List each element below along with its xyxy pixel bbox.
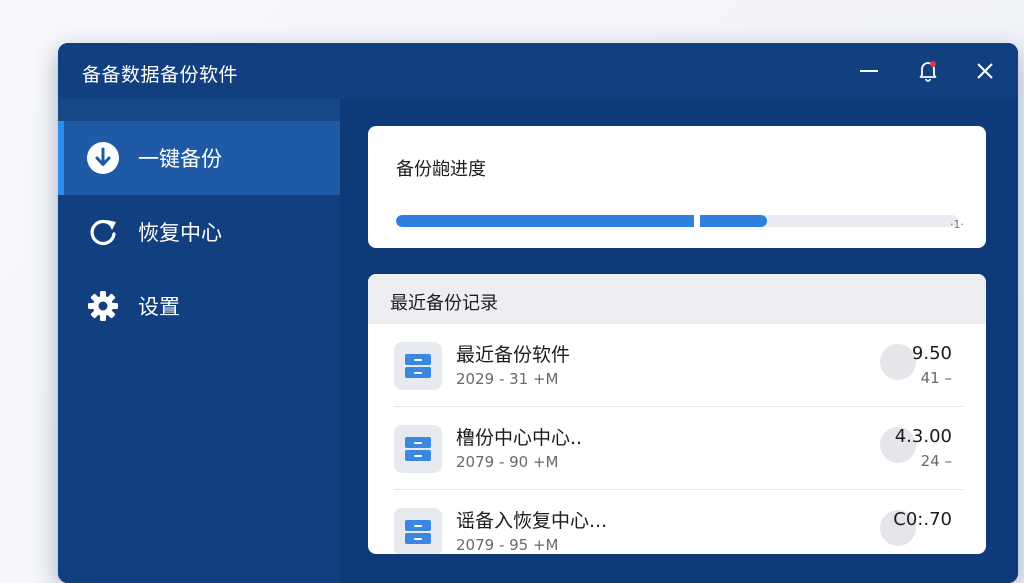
title-bar: 备备数据备份软件 (58, 43, 1018, 99)
recent-header: 最近备份记录 (368, 274, 986, 324)
list-item[interactable]: 橹份中心中心.. 2079 ‑ 90 +M 4.3.00 24 – (368, 407, 986, 490)
sidebar-item-label: 设置 (138, 295, 180, 319)
close-icon (977, 63, 993, 79)
record-status-circle (880, 344, 916, 380)
progress-bar (396, 215, 958, 227)
sidebar-item-backup[interactable]: 一键备份 (58, 121, 340, 195)
record-meta: 2079 ‑ 90 +M (456, 453, 559, 471)
minimize-icon (860, 70, 878, 72)
notification-button[interactable] (914, 57, 942, 85)
list-item[interactable]: 谣备入恢复中心... 2079 ‑ 95 +M C0:.70 (368, 490, 986, 554)
close-button[interactable] (971, 57, 999, 85)
minimize-button[interactable] (855, 57, 883, 85)
record-name: 橹份中心中心.. (456, 427, 583, 449)
notification-bell-icon (919, 61, 937, 82)
progress-label: 备份龅进度 (396, 159, 486, 180)
progress-value-text: ·1· (950, 218, 964, 231)
refresh-icon (86, 215, 120, 249)
window-title: 备备数据备份软件 (82, 64, 239, 86)
record-meta: 2029 ‑ 31 +M (456, 370, 559, 388)
sidebar-item-settings[interactable]: 设置 (58, 269, 340, 343)
download-circle-icon (86, 141, 120, 175)
drawer-icon (394, 425, 442, 473)
list-item[interactable]: 最近备份软件 2029 ‑ 31 +M 9.50 41 – (368, 324, 986, 407)
record-sub: 24 – (920, 452, 952, 470)
sidebar-item-label: 一键备份 (138, 147, 222, 171)
app-window: 备备数据备份软件 一键备份 恢复中心 设置 备份龅进度 ·1· 最近备份记录 最… (58, 43, 1018, 583)
backup-progress-card: 备份龅进度 ·1· (368, 126, 986, 248)
main-content: 备份龅进度 ·1· 最近备份记录 最近备份软件 2029 ‑ 31 +M 9.5… (340, 99, 1018, 583)
record-value: 4.3.00 (894, 426, 952, 447)
sidebar-item-restore[interactable]: 恢复中心 (58, 195, 340, 269)
progress-segment-gap (694, 215, 700, 227)
record-value: C0:.70 (893, 509, 952, 530)
recent-backups-card: 最近备份记录 最近备份软件 2029 ‑ 31 +M 9.50 41 – 橹份中… (368, 274, 986, 554)
record-sub: 41 – (920, 369, 952, 387)
recent-title: 最近备份记录 (390, 293, 498, 314)
sidebar: 一键备份 恢复中心 设置 (58, 99, 340, 583)
record-meta: 2079 ‑ 95 +M (456, 536, 559, 554)
sidebar-item-label: 恢复中心 (138, 221, 222, 245)
sidebar-top-area (58, 99, 340, 121)
gear-icon (86, 289, 120, 323)
record-value: 9.50 (911, 343, 952, 364)
record-name: 谣备入恢复中心... (456, 510, 608, 532)
record-name: 最近备份软件 (456, 344, 571, 366)
drawer-icon (394, 342, 442, 390)
progress-bar-fill (396, 215, 767, 227)
drawer-icon (394, 508, 442, 554)
